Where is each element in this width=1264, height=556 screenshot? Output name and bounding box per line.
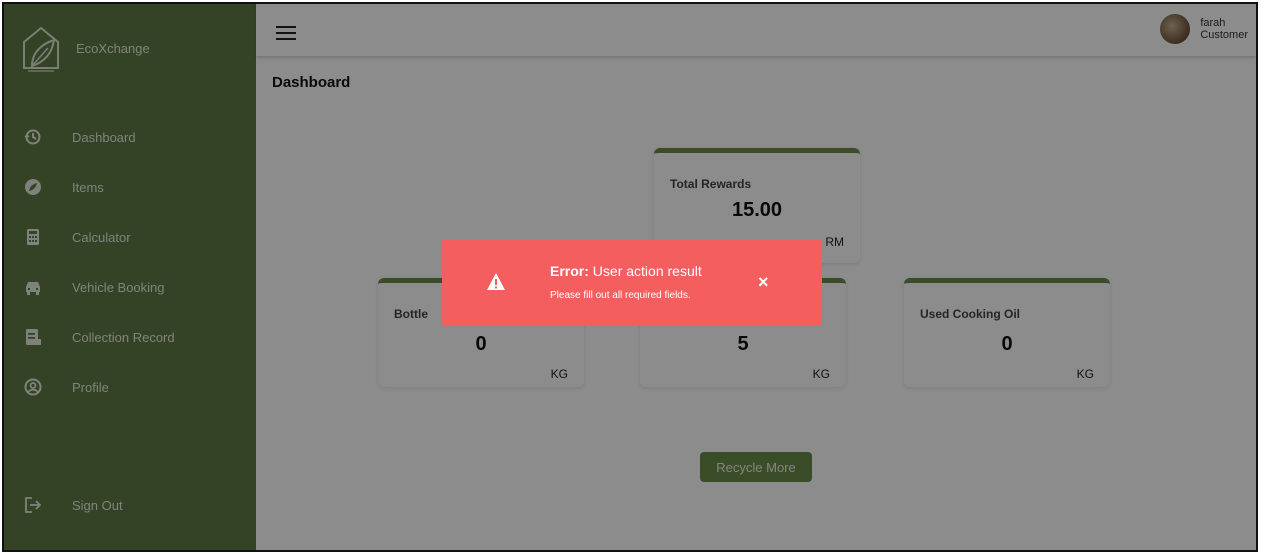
- app-window: EcoXchange Dashboard Items Calculator Ve…: [2, 2, 1258, 552]
- toast-message: Please fill out all required fields.: [550, 290, 691, 301]
- toast-title-text: User action result: [592, 263, 702, 279]
- error-toast: Error: User action result Please fill ou…: [442, 240, 822, 326]
- close-icon[interactable]: ×: [758, 272, 769, 293]
- toast-title-prefix: Error:: [550, 263, 589, 279]
- toast-title: Error: User action result: [550, 263, 702, 279]
- warning-icon: [487, 273, 505, 290]
